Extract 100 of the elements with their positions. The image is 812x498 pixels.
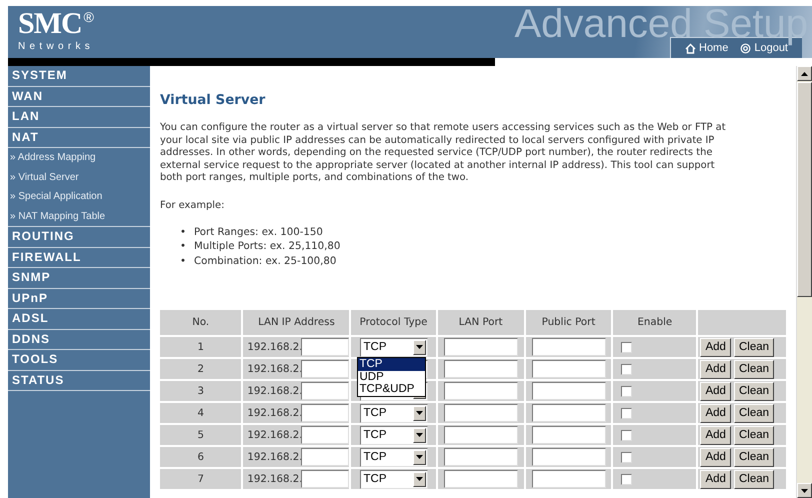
dropdown-option[interactable]: TCP&UDP — [358, 383, 426, 396]
add-button[interactable]: Add — [700, 382, 731, 401]
menu-section[interactable]: NAT — [8, 128, 150, 148]
clean-button[interactable]: Clean — [734, 426, 774, 445]
column-header: Enable — [613, 310, 696, 336]
port-input[interactable] — [532, 448, 606, 466]
bullet-marker: • — [180, 254, 186, 269]
ip-prefix: 192.168.2. — [247, 364, 302, 376]
example-item: Port Ranges: ex. 100-150 — [194, 226, 323, 240]
example-item: Multiple Ports: ex. 25,110,80 — [194, 240, 340, 254]
port-input[interactable] — [444, 382, 518, 400]
add-button[interactable]: Add — [700, 404, 731, 423]
ip-suffix-input[interactable] — [301, 470, 350, 488]
clean-button[interactable]: Clean — [734, 338, 774, 357]
menu-link[interactable]: » Address Mapping — [8, 148, 150, 168]
add-button[interactable]: Add — [700, 360, 731, 379]
column-header: Protocol Type — [351, 310, 436, 336]
protocol-select[interactable]: TCP — [360, 338, 428, 357]
scrollbar-thumb[interactable] — [797, 82, 812, 297]
ip-prefix: 192.168.2. — [247, 474, 302, 486]
column-header: LAN Port — [438, 310, 524, 336]
port-input[interactable] — [444, 404, 518, 422]
menu-link[interactable]: » Virtual Server — [8, 168, 150, 188]
enable-checkbox[interactable] — [621, 408, 632, 419]
port-input[interactable] — [532, 470, 606, 488]
protocol-select[interactable]: TCP — [360, 404, 428, 423]
ip-suffix-input[interactable] — [301, 448, 350, 466]
nav-link[interactable]: Logout — [740, 42, 788, 54]
enable-checkbox[interactable] — [621, 386, 632, 397]
add-button[interactable]: Add — [700, 470, 731, 489]
dropdown-option[interactable]: UDP — [358, 370, 426, 384]
logo-text: SMC® — [18, 10, 94, 38]
port-input[interactable] — [444, 360, 518, 378]
port-input[interactable] — [444, 426, 518, 444]
clean-button[interactable]: Clean — [734, 382, 774, 401]
bullet-marker: • — [180, 226, 186, 240]
clean-button[interactable]: Clean — [734, 404, 774, 423]
add-button[interactable]: Add — [700, 338, 731, 357]
ip-suffix-input[interactable] — [301, 382, 350, 400]
enable-checkbox[interactable] — [621, 452, 632, 463]
clean-button[interactable]: Clean — [734, 360, 774, 379]
scroll-up-button[interactable] — [797, 66, 812, 81]
port-input[interactable] — [444, 338, 518, 356]
port-input[interactable] — [532, 382, 606, 400]
ip-prefix: 192.168.2. — [247, 342, 302, 354]
nav-link[interactable]: Home — [685, 42, 728, 54]
menu-section[interactable]: SYSTEM — [8, 66, 150, 86]
dropdown-option[interactable]: TCP — [358, 358, 426, 371]
menu-section[interactable]: STATUS — [8, 370, 150, 392]
menu-link[interactable]: » NAT Mapping Table — [8, 206, 150, 228]
dropdown-arrow-icon — [416, 411, 423, 416]
down-arrow-icon — [801, 488, 808, 492]
row-number: 7 — [160, 469, 242, 490]
clean-button[interactable]: Clean — [734, 448, 774, 467]
column-header: LAN IP Address — [243, 310, 350, 336]
row-number: 3 — [160, 381, 242, 402]
ip-suffix-input[interactable] — [301, 404, 350, 422]
dropdown-arrow-icon — [416, 477, 423, 482]
protocol-select[interactable]: TCP — [360, 426, 428, 445]
ip-suffix-input[interactable] — [301, 360, 350, 378]
port-input[interactable] — [444, 470, 518, 488]
add-button[interactable]: Add — [700, 426, 731, 445]
ip-prefix: 192.168.2. — [247, 386, 302, 398]
enable-checkbox[interactable] — [621, 430, 632, 441]
add-button[interactable]: Add — [700, 448, 731, 467]
dropdown-arrow-icon — [416, 433, 423, 438]
ip-suffix-input[interactable] — [301, 426, 350, 444]
enable-checkbox[interactable] — [621, 364, 632, 375]
port-input[interactable] — [532, 338, 606, 356]
menu-section[interactable]: FIREWALL — [8, 248, 150, 268]
protocol-select[interactable]: TCP — [360, 470, 428, 489]
example-item: Combination: ex. 25-100,80 — [194, 254, 336, 269]
scroll-down-button[interactable] — [797, 483, 812, 498]
menu-section[interactable]: WAN — [8, 86, 150, 107]
port-input[interactable] — [532, 404, 606, 422]
menu-section[interactable]: ADSL — [8, 309, 150, 330]
port-input[interactable] — [532, 360, 606, 378]
menu-section[interactable]: SNMP — [8, 268, 150, 289]
ip-prefix: 192.168.2. — [247, 408, 302, 420]
menu-section[interactable]: LAN — [8, 107, 150, 128]
row-number: 6 — [160, 447, 242, 468]
enable-checkbox[interactable] — [621, 474, 632, 485]
port-input[interactable] — [532, 426, 606, 444]
enable-checkbox[interactable] — [621, 342, 632, 353]
ip-prefix: 192.168.2. — [247, 452, 302, 464]
menu-section[interactable]: ROUTING — [8, 227, 150, 248]
row-number: 5 — [160, 425, 242, 446]
ip-suffix-input[interactable] — [301, 338, 350, 356]
menu-section[interactable]: TOOLS — [8, 350, 150, 371]
scrollbar[interactable] — [796, 66, 812, 498]
protocol-select[interactable]: TCP — [360, 448, 428, 467]
menu-section[interactable]: UPnP — [8, 288, 150, 310]
row-number: 2 — [160, 359, 242, 380]
description-paragraph: You can configure the router as a virtual server so that remote users accessing services such as the Web or FTP at your local site via public IP addresses can be automatically redirected to local servers configured with private IP addresses. In other words, depending on the requested service (TCP/UDP port number), the router redirects the external service request to the appropriate server (located at another internal IP address). This tool can support both port ranges, multiple ports, and combinations of the two. — [160, 122, 727, 184]
clean-button[interactable]: Clean — [734, 470, 774, 489]
port-input[interactable] — [444, 448, 518, 466]
menu-link[interactable]: » Special Application — [8, 187, 150, 207]
logo-subtitle: Networks — [18, 41, 94, 52]
page-title: Virtual Server — [160, 93, 266, 109]
menu-section[interactable]: DDNS — [8, 330, 150, 350]
